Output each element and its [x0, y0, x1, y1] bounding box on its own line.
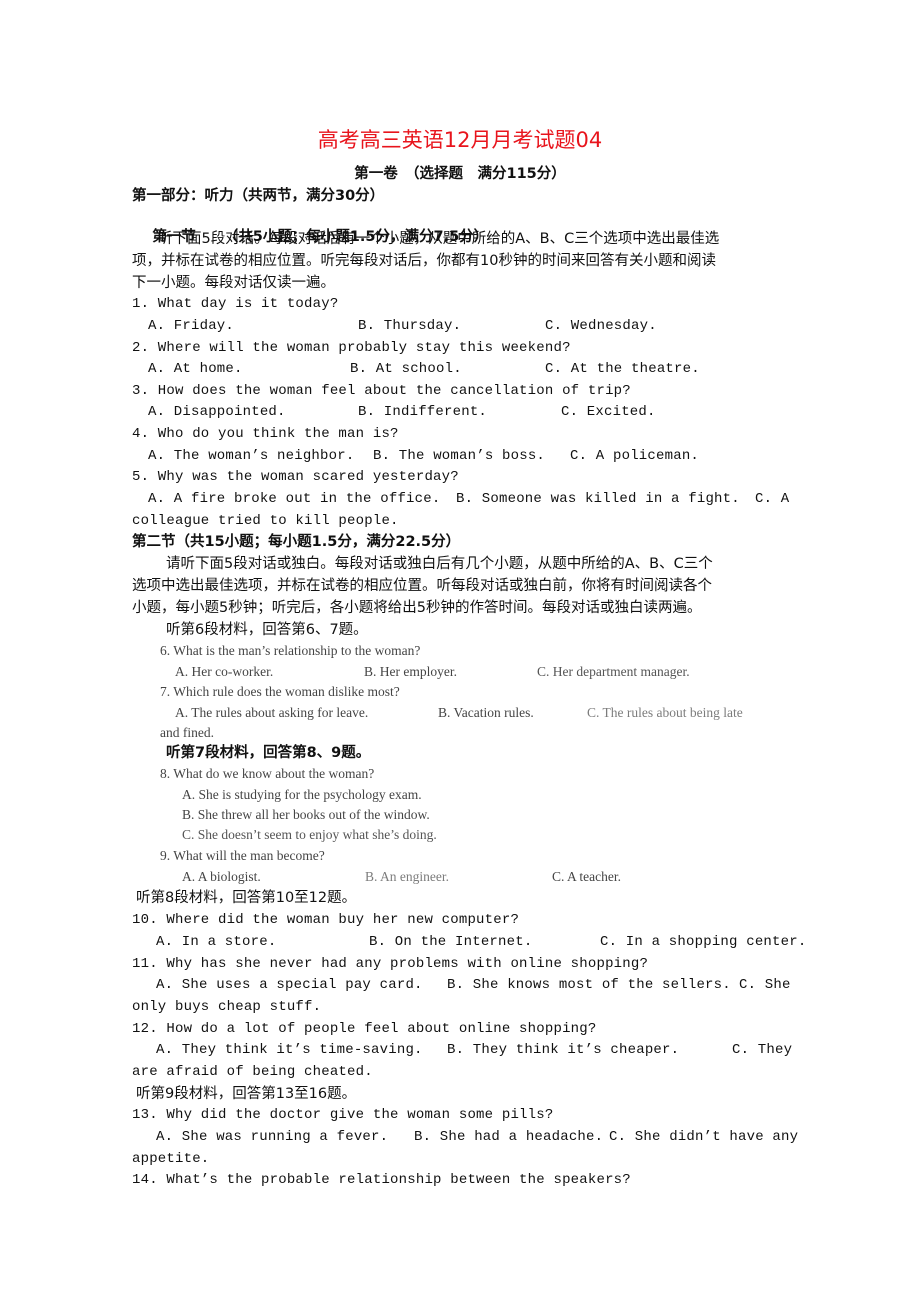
option-a: A. The woman’s neighbor.	[148, 448, 355, 464]
volume-subtitle: 第一卷 （选择题 满分115分）	[354, 166, 566, 182]
option-c: C. She	[739, 977, 791, 993]
question-12: 12. How do a lot of people feel about on…	[132, 1021, 597, 1037]
option-c: C. A	[755, 491, 790, 507]
group-label: 听第8段材料，回答第10至12题。	[136, 890, 357, 906]
option-c-continued: are afraid of being cheated.	[132, 1064, 373, 1080]
question-7: 7. Which rule does the woman dislike mos…	[160, 684, 400, 699]
option-b: B. They think it’s cheaper.	[447, 1042, 680, 1058]
option-a: A. She was running a fever.	[156, 1129, 389, 1145]
option-c: C. She doesn’t seem to enjoy what she’s …	[182, 827, 437, 842]
question-3: 3. How does the woman feel about the can…	[132, 383, 631, 399]
option-b: B. She had a headache.	[414, 1129, 604, 1145]
question-9: 9. What will the man become?	[160, 848, 325, 863]
option-c-continued: only buys cheap stuff.	[132, 999, 322, 1015]
option-c: C. A policeman.	[570, 448, 700, 464]
question-13: 13. Why did the doctor give the woman so…	[132, 1107, 554, 1123]
section2-instruction-line: 小题，每小题5秒钟；听完后，各小题将给出5秒钟的作答时间。每段对话或独白读两遍。	[132, 600, 702, 616]
option-c: C. In a shopping center.	[600, 934, 807, 950]
document-title: 高考高三英语12月月考试题04	[317, 128, 603, 152]
option-b: B. She threw all her books out of the wi…	[182, 807, 430, 822]
option-b: B. Indifferent.	[358, 404, 488, 420]
group-label: 听第7段材料，回答第8、9题。	[166, 745, 371, 761]
option-c: C. Excited.	[561, 404, 656, 420]
group-label: 听第6段材料，回答第6、7题。	[166, 622, 368, 638]
question-8: 8. What do we know about the woman?	[160, 766, 375, 781]
option-c: C. She didn’t have any	[609, 1129, 799, 1145]
section1-instruction-line: 下一小题。每段对话仅读一遍。	[132, 275, 335, 291]
option-b: B. On the Internet.	[369, 934, 533, 950]
option-c: C. Her department manager.	[537, 664, 690, 679]
section1-instruction-line: 听下面5段对话。每段对话后有一个小题，从题中所给的A、B、C三个选项中选出最佳选	[158, 231, 720, 247]
question-10: 10. Where did the woman buy her new comp…	[132, 912, 520, 928]
option-b: B. Her employer.	[364, 664, 457, 679]
exam-page: 高考高三英语12月月考试题04 第一卷 （选择题 满分115分） 第一部分：听力…	[0, 0, 920, 1302]
option-a: A. A biologist.	[182, 869, 261, 884]
question-2: 2. Where will the woman probably stay th…	[132, 340, 571, 356]
option-a: A. At home.	[148, 361, 243, 377]
section1-instruction-line: 项，并标在试卷的相应位置。听完每段对话后，你都有10秒钟的时间来回答有关小题和阅…	[132, 253, 716, 269]
section2-instruction-line: 选项中选出最佳选项，并标在试卷的相应位置。听每段对话或独白前，你将有时间阅读各个	[132, 578, 712, 594]
question-1: 1. What day is it today?	[132, 296, 339, 312]
option-a: A. The rules about asking for leave.	[175, 705, 369, 720]
option-b: B. Vacation rules.	[438, 705, 534, 720]
section2-instruction-line: 请听下面5段对话或独白。每段对话或独白后有几个小题，从题中所给的A、B、C三个	[166, 556, 713, 572]
option-a: A. A fire broke out in the office.	[148, 491, 441, 507]
option-c: C. They	[732, 1042, 793, 1058]
option-b: B. At school.	[350, 361, 462, 377]
option-b: B. Thursday.	[358, 318, 462, 334]
option-a: A. Her co-worker.	[175, 664, 274, 679]
group-label: 听第9段材料，回答第13至16题。	[136, 1086, 357, 1102]
option-a: A. She uses a special pay card.	[156, 977, 423, 993]
question-11: 11. Why has she never had any problems w…	[132, 956, 649, 972]
option-a: A. They think it’s time-saving.	[156, 1042, 423, 1058]
option-a: A. She is studying for the psychology ex…	[182, 787, 422, 802]
option-c: C. Wednesday.	[545, 318, 657, 334]
option-a: A. In a store.	[156, 934, 277, 950]
option-c: C. A teacher.	[552, 869, 621, 884]
question-6: 6. What is the man’s relationship to the…	[160, 643, 421, 658]
option-c: C. At the theatre.	[545, 361, 700, 377]
option-b: B. She knows most of the sellers.	[447, 977, 731, 993]
option-c-continued: colleague tried to kill people.	[132, 513, 399, 529]
option-a: A. Disappointed.	[148, 404, 286, 420]
option-b: B. The woman’s boss.	[373, 448, 546, 464]
part1-heading: 第一部分：听力（共两节，满分30分）	[132, 188, 385, 204]
question-4: 4. Who do you think the man is?	[132, 426, 399, 442]
section2-heading: 第二节（共15小题；每小题1.5分，满分22.5分）	[132, 534, 461, 550]
question-14: 14. What’s the probable relationship bet…	[132, 1172, 631, 1188]
option-c-continued: appetite.	[132, 1151, 210, 1167]
option-b: B. An engineer.	[365, 869, 449, 884]
option-c-continued: and fined.	[160, 725, 214, 740]
option-b: B. Someone was killed in a fight.	[456, 491, 740, 507]
question-5: 5. Why was the woman scared yesterday?	[132, 469, 459, 485]
option-a: A. Friday.	[148, 318, 235, 334]
option-c: C. The rules about being late	[587, 705, 743, 720]
